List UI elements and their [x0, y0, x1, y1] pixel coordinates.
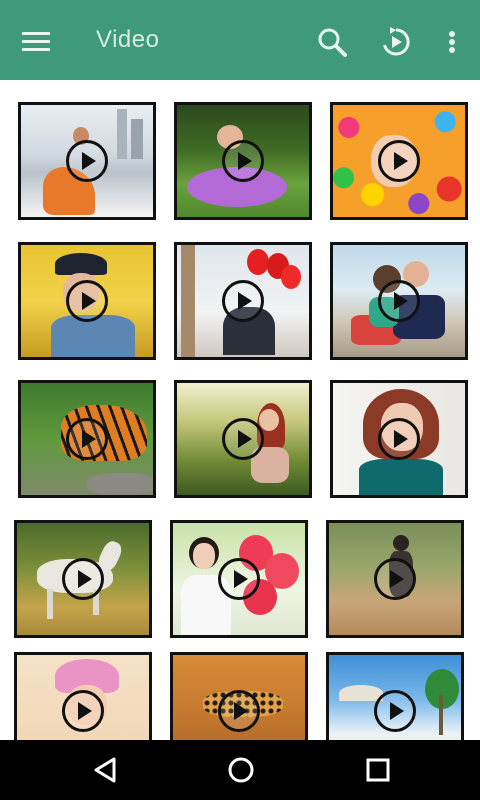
app-bar: Video [0, 0, 480, 80]
play-icon [66, 418, 108, 460]
more-vert-icon[interactable] [440, 26, 464, 58]
video-thumbnail[interactable] [174, 242, 312, 360]
play-icon [378, 418, 420, 460]
play-icon [222, 418, 264, 460]
video-thumbnail[interactable] [326, 652, 464, 740]
video-thumbnail[interactable] [330, 242, 468, 360]
video-thumbnail[interactable] [18, 242, 156, 360]
video-thumbnail[interactable] [174, 380, 312, 498]
play-icon [374, 558, 416, 600]
video-grid [0, 80, 480, 740]
play-icon [218, 558, 260, 600]
system-nav-bar [0, 740, 480, 800]
play-icon [222, 140, 264, 182]
page-title: Video [96, 26, 160, 53]
video-thumbnail[interactable] [330, 380, 468, 498]
play-icon [66, 280, 108, 322]
video-thumbnail[interactable] [170, 652, 308, 740]
video-thumbnail[interactable] [18, 102, 156, 220]
menu-icon[interactable] [22, 32, 50, 52]
play-icon [378, 280, 420, 322]
replay-icon[interactable] [380, 26, 412, 58]
play-icon [222, 280, 264, 322]
search-icon[interactable] [316, 26, 348, 58]
play-icon [66, 140, 108, 182]
play-icon [62, 558, 104, 600]
video-thumbnail[interactable] [330, 102, 468, 220]
video-thumbnail[interactable] [18, 380, 156, 498]
play-icon [378, 140, 420, 182]
play-icon [374, 690, 416, 732]
recents-icon[interactable] [362, 754, 394, 786]
video-thumbnail[interactable] [174, 102, 312, 220]
video-thumbnail[interactable] [14, 652, 152, 740]
video-thumbnail[interactable] [14, 520, 152, 638]
play-icon [62, 690, 104, 732]
back-icon[interactable] [90, 754, 122, 786]
video-thumbnail[interactable] [170, 520, 308, 638]
play-icon [218, 690, 260, 732]
home-icon[interactable] [225, 754, 257, 786]
video-thumbnail[interactable] [326, 520, 464, 638]
